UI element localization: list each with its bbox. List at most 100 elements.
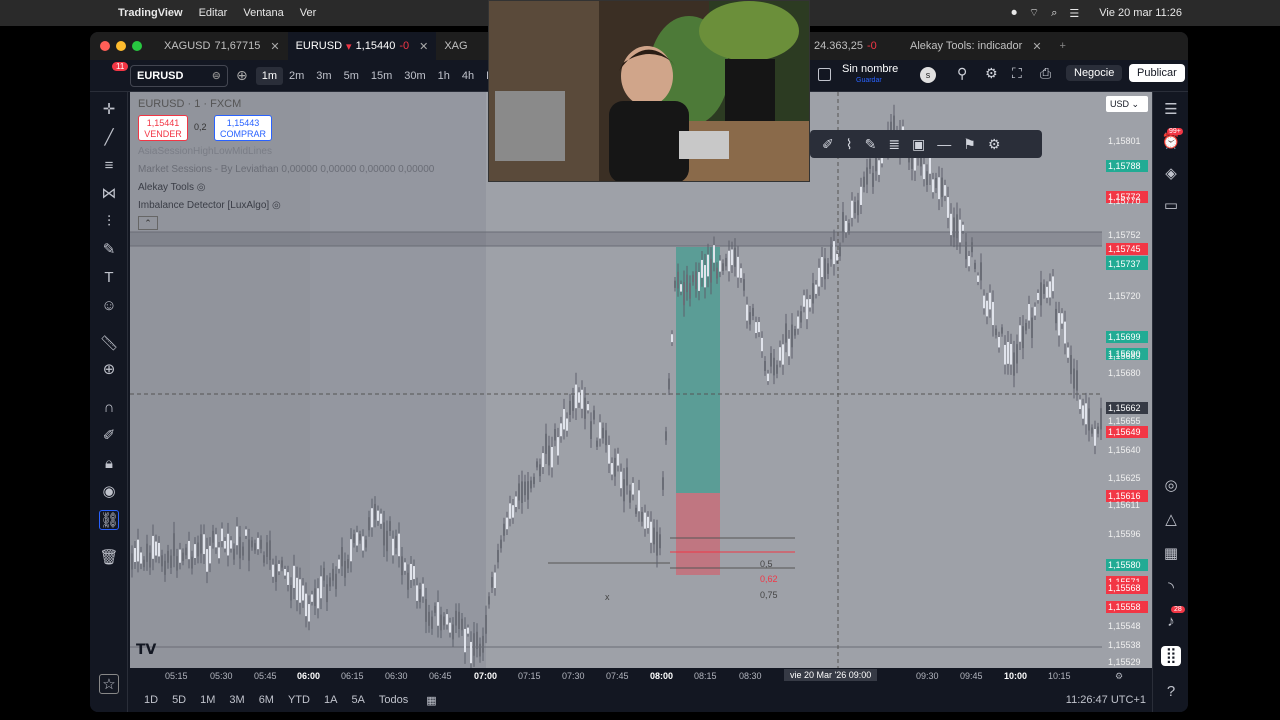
range-todos[interactable]: Todos (379, 694, 408, 706)
paint-icon[interactable]: ✐ (822, 136, 834, 153)
range-6m[interactable]: 6M (259, 694, 274, 706)
compare-icon[interactable]: ⊜ (212, 69, 221, 82)
camera-icon[interactable]: ⎙ (1040, 65, 1051, 82)
time-axis[interactable]: 05:15 05:30 05:45 06:00 06:15 06:30 06:4… (130, 668, 1152, 684)
sell-button[interactable]: 1,15441 VENDER (138, 115, 188, 141)
wifi-icon[interactable]: ⌔ (1029, 6, 1039, 20)
menubar-clock[interactable]: Vie 20 mar 11:26 (1099, 7, 1182, 19)
bounds-icon[interactable]: ▣ (912, 136, 925, 153)
text-icon[interactable]: T (99, 268, 119, 288)
app-menu-name[interactable]: TradingView (118, 7, 183, 19)
range-3m[interactable]: 3M (229, 694, 244, 706)
control-center-icon[interactable]: ☰ (1069, 7, 1079, 20)
help-icon[interactable]: ? (1161, 682, 1181, 702)
pencil-icon[interactable]: ✎ (865, 136, 877, 153)
symbol-search[interactable]: EURUSD ⊜ (130, 64, 228, 87)
timeframe-15m[interactable]: 15m (365, 67, 398, 85)
crosshair-icon[interactable]: ✛ (99, 100, 119, 120)
magnet-icon[interactable]: ∩ (99, 398, 119, 418)
timeframe-3m[interactable]: 3m (310, 67, 337, 85)
range-1d[interactable]: 1D (144, 694, 158, 706)
timeframe-1m[interactable]: 1m (255, 66, 284, 85)
utc-clock[interactable]: 11:26:47 UTC+1 (1066, 694, 1146, 706)
range-ytd[interactable]: YTD (288, 694, 310, 706)
ruler-icon[interactable]: 📏︎ (99, 334, 119, 354)
brush-icon[interactable]: ✎ (99, 240, 119, 260)
alerts-icon[interactable]: ⏰ (1161, 132, 1181, 152)
indicator-legend[interactable]: Imbalance Detector [LuxAlgo] ◎ (138, 200, 281, 211)
axis-settings-icon[interactable]: ⚙ (1115, 671, 1123, 682)
range-1a[interactable]: 1A (324, 694, 337, 706)
menu-item-ver[interactable]: Ver (300, 7, 317, 19)
timeframe-1h[interactable]: 1h (432, 67, 456, 85)
zoom-window-button[interactable] (132, 41, 142, 51)
indicators-icon[interactable]: ⚲ (957, 65, 967, 82)
checkbox-icon[interactable] (818, 68, 831, 81)
broadcast-icon[interactable]: ◝ (1161, 578, 1181, 598)
flags-icon[interactable]: ⚑ (963, 136, 976, 153)
tab-xag[interactable]: XAG (436, 32, 475, 60)
close-tab-icon[interactable]: ✕ (270, 40, 279, 53)
bell-icon[interactable]: ♪ (1161, 612, 1181, 632)
tab-alekay[interactable]: Alekay Tools: indicador ✕ + (902, 32, 1074, 60)
eye-off-icon[interactable]: ◎ (272, 200, 281, 211)
timeframe-5m[interactable]: 5m (338, 67, 365, 85)
tab-eurusd[interactable]: EURUSD ▾ 1,15440 -0 ✕ (287, 32, 437, 60)
settings-icon[interactable]: ⚙ (988, 136, 1001, 153)
timeframe-2m[interactable]: 2m (283, 67, 310, 85)
close-tab-icon[interactable]: ✕ (419, 40, 428, 53)
publish-button[interactable]: Publicar (1129, 64, 1185, 82)
prediction-icon[interactable]: ⫶ (99, 212, 119, 232)
zoom-in-icon[interactable]: ⊕ (99, 360, 119, 380)
calendar-icon[interactable]: ▦ (1161, 544, 1181, 564)
lock-icon[interactable]: 🔒︎ (99, 454, 119, 474)
timeframe-30m[interactable]: 30m (398, 67, 431, 85)
trend-line-icon[interactable]: ╱ (99, 128, 119, 148)
settings-icon[interactable]: ⚙ (985, 65, 998, 82)
levels-icon[interactable]: ≣ (888, 136, 900, 153)
user-avatar[interactable]: s (920, 67, 936, 83)
watchlist-icon[interactable]: ☰ (1161, 100, 1181, 120)
fullscreen-icon[interactable]: ⛶ (1012, 65, 1022, 82)
fib-icon[interactable]: ≡ (99, 156, 119, 176)
link-icon[interactable]: ⛓ (99, 510, 119, 530)
draw-mode-icon[interactable]: ✐ (99, 426, 119, 446)
layout-selector[interactable]: Sin nombre Guardar (842, 64, 898, 86)
minimize-window-button[interactable] (116, 41, 126, 51)
screen-record-icon[interactable]: ⏺ (1011, 7, 1017, 20)
indicator-legend[interactable]: AsiaSessionHighLowMidLines (138, 146, 272, 157)
menu-item-editar[interactable]: Editar (199, 7, 228, 19)
menu-item-ventana[interactable]: Ventana (243, 7, 283, 19)
emoji-icon[interactable]: ☺ (99, 296, 119, 316)
chat-icon[interactable]: ▭ (1161, 196, 1181, 216)
line-style-icon[interactable]: ⌇ (846, 136, 853, 153)
new-tab-icon[interactable]: + (1060, 40, 1066, 52)
close-window-button[interactable] (100, 41, 110, 51)
line-icon[interactable]: — (937, 136, 951, 152)
timeframe-4h[interactable]: 4h (456, 67, 480, 85)
star-icon[interactable]: ☆ (99, 674, 119, 694)
calendar-icon[interactable]: ▦ (426, 694, 436, 707)
range-1m[interactable]: 1M (200, 694, 215, 706)
currency-selector[interactable]: USD ⌄ (1106, 96, 1148, 112)
add-symbol-icon[interactable]: ⊕ (236, 67, 248, 84)
close-tab-icon[interactable]: ✕ (1032, 40, 1041, 53)
pattern-icon[interactable]: ⋈ (99, 184, 119, 204)
collapse-legend-icon[interactable]: ⌃ (138, 216, 158, 230)
search-icon[interactable]: ⌕ (1051, 7, 1057, 20)
eye-icon[interactable]: ◉ (99, 482, 119, 502)
eye-off-icon[interactable]: ◎ (197, 182, 206, 193)
range-5a[interactable]: 5A (351, 694, 364, 706)
indicator-legend[interactable]: Market Sessions - By Leviathan 0,00000 0… (138, 164, 434, 175)
target-icon[interactable]: ◎ (1161, 476, 1181, 496)
pyramid-icon[interactable]: △ (1161, 510, 1181, 530)
tab-index[interactable]: 24.363,25 -0 (806, 32, 885, 60)
layers-icon[interactable]: ◈ (1161, 164, 1181, 184)
indicator-legend[interactable]: Alekay Tools ◎ (138, 182, 205, 193)
trash-icon[interactable]: 🗑︎ (99, 548, 119, 568)
range-5d[interactable]: 5D (172, 694, 186, 706)
trade-button[interactable]: Negocie (1066, 65, 1123, 81)
apps-grid-icon[interactable]: ⣿ (1161, 646, 1181, 666)
tab-xagusd[interactable]: XAGUSD 71,67715 ✕ (156, 32, 288, 60)
buy-button[interactable]: 1,15443 COMPRAR (214, 115, 272, 141)
